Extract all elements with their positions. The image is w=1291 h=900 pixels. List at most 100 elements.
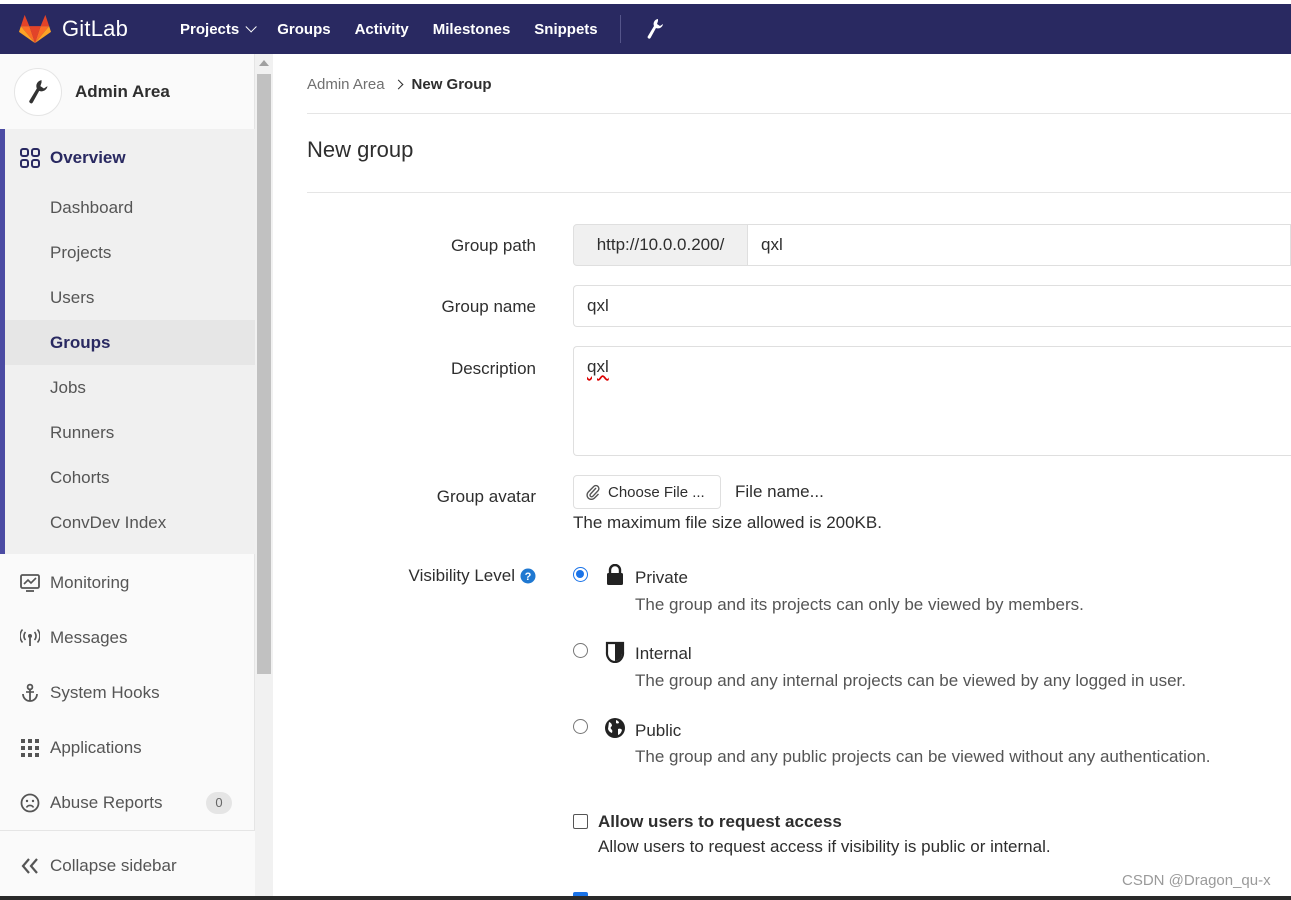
request-access-checkbox[interactable] xyxy=(573,814,588,829)
nav-groups[interactable]: Groups xyxy=(277,21,330,38)
sidebar-item-cohorts[interactable]: Cohorts xyxy=(0,455,255,500)
collapse-sidebar-button[interactable]: Collapse sidebar xyxy=(0,830,255,900)
sidebar-item-groups[interactable]: Groups xyxy=(5,320,255,365)
sidebar-item-label: Runners xyxy=(50,422,115,442)
sidebar-item-label: Cohorts xyxy=(50,467,110,487)
group-name-input[interactable]: qxl xyxy=(573,285,1291,327)
sidebar-item-label: Abuse Reports xyxy=(50,792,163,812)
nav-projects[interactable]: Projects xyxy=(180,20,258,38)
sidebar-title: Admin Area xyxy=(75,81,170,101)
sidebar-item-users[interactable]: Users xyxy=(0,275,255,320)
admin-avatar xyxy=(14,67,62,116)
visibility-public-desc: The group and any public projects can be… xyxy=(635,747,1211,766)
request-access-label[interactable]: Allow users to request access xyxy=(598,812,842,832)
scrollbar-thumb[interactable] xyxy=(257,74,271,674)
paperclip-icon xyxy=(586,484,600,500)
sidebar-item-label: ConvDev Index xyxy=(50,512,167,532)
wrench-icon xyxy=(29,79,48,103)
visibility-internal-radio[interactable] xyxy=(573,643,588,658)
breadcrumb: Admin Area New Group xyxy=(307,76,492,93)
svg-text:?: ? xyxy=(525,571,532,583)
tanuki-icon xyxy=(19,14,51,44)
page-title: New group xyxy=(307,137,414,162)
sidebar-item-monitoring[interactable]: Monitoring xyxy=(0,560,255,605)
group-path-label: Group path xyxy=(450,236,536,255)
visibility-private-title: Private xyxy=(635,568,688,587)
visibility-internal-desc: The group and any internal projects can … xyxy=(635,671,1186,690)
description-textarea[interactable]: qxl xyxy=(573,346,1291,456)
group-avatar-label: Group avatar xyxy=(436,487,536,506)
visibility-public-radio[interactable] xyxy=(573,719,588,734)
description-label: Description xyxy=(450,359,536,378)
gitlab-logo[interactable]: GitLab xyxy=(18,13,128,45)
sidebar-scrollbar[interactable] xyxy=(255,54,273,896)
collapse-sidebar-label: Collapse sidebar xyxy=(50,855,177,875)
monitor-icon xyxy=(20,573,40,592)
nav-divider xyxy=(619,15,621,43)
divider xyxy=(307,113,1291,114)
abuse-count-badge: 0 xyxy=(206,791,232,814)
choose-file-button[interactable]: Choose File ... xyxy=(573,475,721,509)
sidebar-header[interactable]: Admin Area xyxy=(0,54,254,129)
sidebar-item-label: Applications xyxy=(50,737,142,757)
sidebar-item-label: Jobs xyxy=(50,377,86,397)
chevron-right-icon xyxy=(393,79,403,90)
question-circle-icon[interactable]: ? xyxy=(520,568,536,584)
lock-icon xyxy=(607,564,623,585)
sidebar-item-messages[interactable]: Messages xyxy=(0,615,255,660)
sidebar-item-runners[interactable]: Runners xyxy=(0,410,255,455)
broadcast-icon xyxy=(20,628,40,646)
choose-file-label: Choose File ... xyxy=(608,483,705,501)
main-content: Admin Area New Group New group Group pat… xyxy=(273,54,1291,900)
visibility-level-label: Visibility Level ? xyxy=(409,566,536,586)
chevron-down-icon xyxy=(245,21,258,33)
group-path-prefix: http://10.0.0.200/ xyxy=(573,224,748,266)
sidebar-item-convdev-index[interactable]: ConvDev Index xyxy=(0,500,255,545)
sidebar-item-dashboard[interactable]: Dashboard xyxy=(0,185,255,230)
sidebar-item-label: Dashboard xyxy=(50,197,134,217)
visibility-internal-title: Internal xyxy=(635,644,692,663)
description-text: qxl xyxy=(587,357,609,376)
bottom-edge xyxy=(0,896,1291,900)
nav-snippets[interactable]: Snippets xyxy=(534,21,597,38)
breadcrumb-current[interactable]: New Group xyxy=(412,76,492,93)
visibility-level-text: Visibility Level xyxy=(408,566,515,585)
admin-sidebar: Admin Area Overview Dashboard Projects U… xyxy=(0,54,255,900)
visibility-private-radio[interactable] xyxy=(573,567,588,582)
scroll-up-arrow-icon[interactable] xyxy=(259,60,269,66)
sidebar-item-jobs[interactable]: Jobs xyxy=(0,365,255,410)
sidebar-item-label: Projects xyxy=(50,242,112,262)
main-nav: Projects Groups Activity Milestones Snip… xyxy=(168,15,665,43)
sidebar-item-label: Messages xyxy=(50,627,128,647)
divider xyxy=(307,192,1291,193)
visibility-private-desc: The group and its projects can only be v… xyxy=(635,595,1084,614)
nav-projects-label: Projects xyxy=(180,20,240,38)
globe-icon xyxy=(605,718,625,738)
sidebar-item-overview[interactable]: Overview xyxy=(0,137,255,179)
sidebar-item-label: Monitoring xyxy=(50,572,130,592)
sidebar-item-label: Users xyxy=(50,287,95,307)
visibility-public-title: Public xyxy=(635,721,682,740)
overview-grid-icon xyxy=(20,148,40,168)
sidebar-item-applications[interactable]: Applications xyxy=(0,725,255,770)
group-path-input[interactable]: qxl xyxy=(748,224,1291,266)
top-navbar: GitLab Projects Groups Activity Mileston… xyxy=(0,4,1291,54)
double-chevron-left-icon xyxy=(21,857,38,874)
apps-grid-icon xyxy=(21,738,39,757)
admin-wrench-icon[interactable] xyxy=(645,18,665,40)
watermark: CSDN @Dragon_qu-x xyxy=(1122,872,1271,889)
request-access-help: Allow users to request access if visibil… xyxy=(598,837,1051,856)
breadcrumb-admin-area[interactable]: Admin Area xyxy=(307,76,385,93)
sidebar-item-label: Overview xyxy=(50,148,126,167)
sidebar-item-abuse-reports[interactable]: Abuse Reports 0 xyxy=(0,780,255,825)
shield-icon xyxy=(605,641,625,663)
sad-face-icon xyxy=(20,793,40,812)
anchor-icon xyxy=(22,683,38,702)
nav-activity[interactable]: Activity xyxy=(355,21,409,38)
sidebar-item-projects[interactable]: Projects xyxy=(0,230,255,275)
group-name-label: Group name xyxy=(441,297,537,316)
sidebar-item-label: System Hooks xyxy=(50,682,160,702)
app-name: GitLab xyxy=(62,16,129,41)
nav-milestones[interactable]: Milestones xyxy=(433,21,511,38)
sidebar-item-system-hooks[interactable]: System Hooks xyxy=(0,670,255,715)
